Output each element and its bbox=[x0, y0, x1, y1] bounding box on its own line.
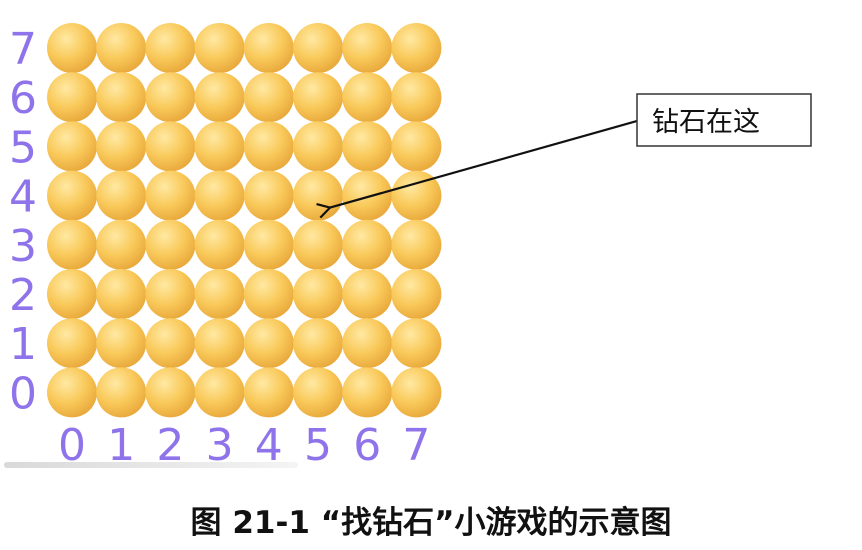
ball-5-6 bbox=[293, 72, 343, 123]
ball-3-2 bbox=[194, 269, 245, 319]
ball-0-3 bbox=[47, 219, 97, 270]
y-axis-label: 7 bbox=[9, 24, 37, 75]
ball-1-3 bbox=[96, 219, 147, 270]
ball-5-5 bbox=[293, 121, 343, 172]
ball-4-0 bbox=[243, 367, 294, 418]
y-axis-label: 6 bbox=[9, 73, 37, 124]
ball-0-6 bbox=[47, 72, 97, 123]
ball-grid bbox=[47, 23, 442, 418]
ball-7-1 bbox=[391, 318, 442, 369]
ball-7-2 bbox=[391, 269, 442, 319]
ball-4-5 bbox=[243, 121, 294, 172]
ball-5-0 bbox=[293, 367, 343, 418]
ball-3-6 bbox=[194, 72, 245, 123]
ball-2-3 bbox=[145, 219, 196, 270]
ball-5-2 bbox=[293, 269, 343, 319]
y-axis-label: 1 bbox=[9, 319, 37, 370]
ball-0-5 bbox=[47, 121, 97, 172]
ball-6-4 bbox=[342, 170, 393, 221]
y-axis-labels: 76543210 bbox=[9, 24, 37, 419]
x-axis-label: 7 bbox=[402, 420, 430, 471]
ball-3-0 bbox=[194, 367, 245, 418]
ball-4-7 bbox=[243, 23, 294, 73]
ball-0-2 bbox=[47, 269, 97, 319]
ball-4-4 bbox=[243, 170, 294, 221]
x-axis-label: 6 bbox=[353, 420, 381, 471]
ball-2-1 bbox=[145, 318, 196, 369]
ball-4-3 bbox=[243, 219, 294, 270]
y-axis-label: 4 bbox=[9, 172, 37, 223]
ball-1-2 bbox=[96, 269, 147, 319]
ball-7-7 bbox=[391, 23, 442, 73]
x-axis-label: 5 bbox=[304, 420, 332, 471]
ball-3-7 bbox=[194, 23, 245, 73]
ball-4-2 bbox=[243, 269, 294, 319]
ball-0-4 bbox=[47, 170, 97, 221]
y-axis-label: 2 bbox=[9, 270, 37, 321]
ball-3-5 bbox=[194, 121, 245, 172]
ball-6-5 bbox=[342, 121, 393, 172]
base-line bbox=[4, 462, 298, 468]
ball-7-3 bbox=[391, 219, 442, 270]
ball-1-1 bbox=[96, 318, 147, 369]
ball-7-5 bbox=[391, 121, 442, 172]
ball-1-7 bbox=[96, 23, 147, 73]
ball-6-3 bbox=[342, 219, 393, 270]
ball-4-1 bbox=[243, 318, 294, 369]
ball-0-1 bbox=[47, 318, 97, 369]
y-axis-label: 5 bbox=[9, 122, 37, 173]
ball-7-0 bbox=[391, 367, 442, 418]
ball-6-2 bbox=[342, 269, 393, 319]
ball-6-6 bbox=[342, 72, 393, 123]
ball-6-7 bbox=[342, 23, 393, 73]
ball-2-6 bbox=[145, 72, 196, 123]
ball-3-3 bbox=[194, 219, 245, 270]
ball-3-4 bbox=[194, 170, 245, 221]
ball-5-1 bbox=[293, 318, 343, 369]
ball-2-5 bbox=[145, 121, 196, 172]
callout-label: 钻石在这 bbox=[652, 107, 760, 138]
ball-6-1 bbox=[342, 318, 393, 369]
ball-3-1 bbox=[194, 318, 245, 369]
ball-2-0 bbox=[145, 367, 196, 418]
diagram-canvas: 76543210 01234567 钻石在这 图 21-1 “找钻石”小游戏的示… bbox=[4, 23, 812, 541]
y-axis-label: 3 bbox=[9, 221, 37, 272]
ball-1-4 bbox=[96, 170, 147, 221]
ball-0-0 bbox=[47, 367, 97, 418]
ball-0-7 bbox=[47, 23, 97, 73]
ball-4-6 bbox=[243, 72, 294, 123]
figure-caption: 图 21-1 “找钻石”小游戏的示意图 bbox=[191, 505, 672, 541]
ball-1-5 bbox=[96, 121, 147, 172]
ball-5-7 bbox=[293, 23, 343, 73]
ball-2-7 bbox=[145, 23, 196, 73]
y-axis-label: 0 bbox=[9, 368, 37, 419]
ball-6-0 bbox=[342, 367, 393, 418]
ball-5-4 bbox=[293, 170, 343, 221]
ball-5-3 bbox=[293, 219, 343, 270]
ball-1-0 bbox=[96, 367, 147, 418]
ball-1-6 bbox=[96, 72, 147, 123]
ball-7-6 bbox=[391, 72, 442, 123]
ball-2-2 bbox=[145, 269, 196, 319]
ball-2-4 bbox=[145, 170, 196, 221]
